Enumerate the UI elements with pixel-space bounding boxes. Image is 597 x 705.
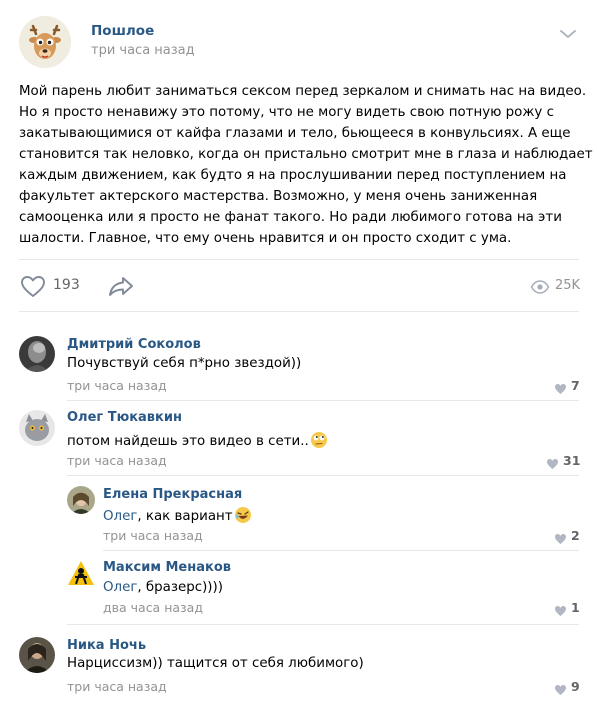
comment-author[interactable]: Ника Ночь xyxy=(67,638,146,653)
heart-icon[interactable] xyxy=(20,275,46,298)
avatar[interactable] xyxy=(19,637,55,673)
heart-icon[interactable] xyxy=(554,380,567,394)
comment-text: Почувствуй себя п*рно звездой)) xyxy=(67,356,302,371)
post-actions: 193 25K xyxy=(0,266,597,306)
comment-reply: Максим Менаков Олег, бразерс)))) два час… xyxy=(0,559,597,633)
post-text-line: самооценка или я просто не фанат такого.… xyxy=(19,210,562,225)
comment-like-count[interactable]: 31 xyxy=(563,453,580,468)
comment: Олег Тюкавкин потом найдешь это видео в … xyxy=(0,410,597,484)
divider xyxy=(19,311,579,312)
post-author[interactable]: Пошлое xyxy=(91,23,154,39)
post-text-line: закатывающимися от кайфа глазами и тело,… xyxy=(19,126,571,141)
comment-text-body: , как вариант xyxy=(137,509,233,524)
post-text-line: становится так неловко, когда он пристал… xyxy=(19,147,597,162)
comment-time[interactable]: три часа назад xyxy=(67,378,167,393)
divider xyxy=(67,475,579,476)
post-text-line: каждым движением, как будто я на прослуш… xyxy=(19,168,567,183)
comment-author[interactable]: Максим Менаков xyxy=(103,560,231,575)
comment-text-body: потом найдешь это видео в сети.. xyxy=(67,434,309,449)
comment: Дмитрий Соколов Почувствуй себя п*рно зв… xyxy=(0,336,597,410)
comment-reply: Елена Прекрасная Олег, как вариант три ч… xyxy=(0,486,597,560)
avatar[interactable] xyxy=(67,486,95,514)
comment-author[interactable]: Дмитрий Соколов xyxy=(67,337,201,352)
heart-icon[interactable] xyxy=(554,681,567,695)
avatar[interactable] xyxy=(67,559,95,587)
comment: Ника Ночь Нарциссизм)) тащится от себя л… xyxy=(0,637,597,705)
heart-icon[interactable] xyxy=(554,530,567,544)
share-icon[interactable] xyxy=(107,275,135,297)
like-count[interactable]: 193 xyxy=(53,277,80,293)
comment-like-count[interactable]: 9 xyxy=(571,679,580,694)
comment-text: потом найдешь это видео в сети.. xyxy=(67,431,328,449)
community-avatar[interactable] xyxy=(19,16,71,68)
comment-text: Олег, бразерс)))) xyxy=(103,580,223,595)
divider xyxy=(67,400,579,401)
comment-text-body: , бразерс)))) xyxy=(137,580,223,595)
avatar[interactable] xyxy=(19,410,55,446)
divider xyxy=(103,550,579,551)
post-text: Мой парень любит заниматься сексом перед… xyxy=(19,81,597,249)
divider xyxy=(19,259,579,260)
comment-time[interactable]: два часа назад xyxy=(103,600,203,615)
comment-author[interactable]: Олег Тюкавкин xyxy=(67,410,182,425)
heart-icon[interactable] xyxy=(546,455,559,469)
chevron-down-icon[interactable] xyxy=(558,26,578,40)
comment-like-count[interactable]: 2 xyxy=(571,528,580,543)
views-count: 25K xyxy=(555,278,581,293)
divider xyxy=(67,624,579,625)
comment-text: Олег, как вариант xyxy=(103,506,252,524)
comment-author[interactable]: Елена Прекрасная xyxy=(103,487,242,502)
post-text-line: шалости. Главное, что ему очень нравится… xyxy=(19,231,512,246)
reply-mention[interactable]: Олег xyxy=(103,509,137,524)
avatar[interactable] xyxy=(19,336,55,372)
comment-time[interactable]: три часа назад xyxy=(103,528,203,543)
comment-like-count[interactable]: 1 xyxy=(571,600,580,615)
comment-time[interactable]: три часа назад xyxy=(67,453,167,468)
heart-icon[interactable] xyxy=(554,602,567,616)
rolling-eyes-emoji-icon xyxy=(310,431,328,449)
post-text-line: факультет актерского мастерства. Возможн… xyxy=(19,189,538,204)
post-header: Пошлое три часа назад xyxy=(0,0,597,80)
eye-icon xyxy=(530,279,550,294)
post-text-line: Мой парень любит заниматься сексом перед… xyxy=(19,84,587,99)
rofl-emoji-icon xyxy=(234,506,252,524)
comment-like-count[interactable]: 7 xyxy=(571,378,580,393)
reply-mention[interactable]: Олег xyxy=(103,580,137,595)
post-text-line: Но я просто ненавижу это потому, что не … xyxy=(19,105,554,120)
comment-text: Нарциссизм)) тащится от себя любимого) xyxy=(67,656,364,671)
comment-time[interactable]: три часа назад xyxy=(67,679,167,694)
post-timestamp[interactable]: три часа назад xyxy=(91,43,195,58)
